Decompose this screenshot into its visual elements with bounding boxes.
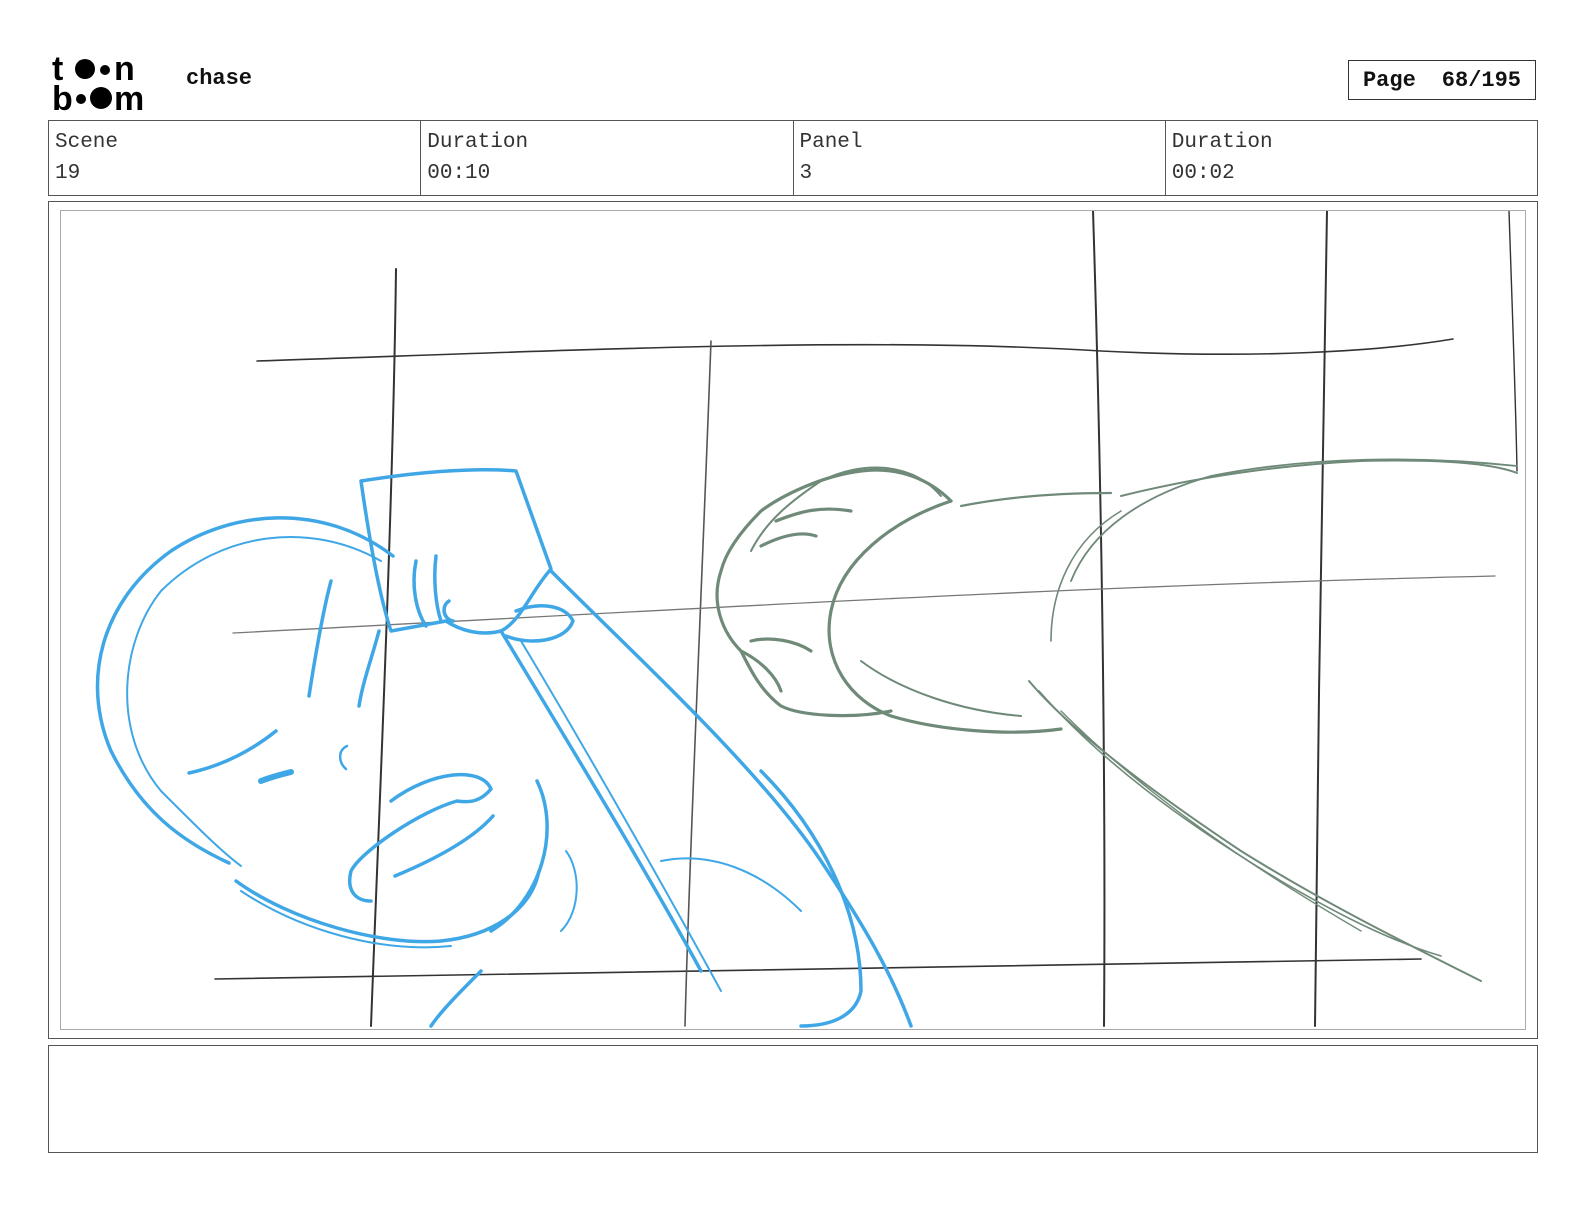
- panel-notes-box: [48, 1045, 1538, 1153]
- scene-label: Scene: [55, 131, 119, 154]
- svg-text:m: m: [114, 80, 144, 114]
- scene-info-table: Scene 19 Duration 00:10 Panel 3 Duration…: [48, 120, 1538, 196]
- panel-cell: Panel 3: [794, 121, 1166, 195]
- blue-character-sketch: [95, 467, 913, 1028]
- panel-duration-value: 00:02: [1171, 162, 1235, 185]
- scene-duration-label: Duration: [427, 131, 529, 154]
- svg-text:b: b: [52, 80, 73, 114]
- toonboom-logo: t n b m: [50, 50, 165, 118]
- scene-value: 19: [55, 162, 81, 185]
- project-title: chase: [186, 66, 253, 91]
- panel-value: 3: [799, 162, 813, 185]
- green-character-sketch: [715, 458, 1518, 982]
- storyboard-panel-drawing: [60, 210, 1526, 1030]
- scene-cell: Scene 19: [49, 121, 422, 195]
- panel-duration-cell: Duration 00:02: [1166, 121, 1537, 195]
- panel-duration-label: Duration: [1171, 131, 1273, 154]
- page-indicator: Page 68/195: [1348, 60, 1536, 100]
- scene-duration-cell: Duration 00:10: [421, 121, 794, 195]
- storyboard-panel-frame: [48, 201, 1538, 1039]
- page-label: Page: [1362, 67, 1416, 93]
- scene-duration-value: 00:10: [427, 162, 491, 185]
- page-number: 68/195: [1441, 67, 1522, 93]
- panel-label: Panel: [799, 131, 863, 154]
